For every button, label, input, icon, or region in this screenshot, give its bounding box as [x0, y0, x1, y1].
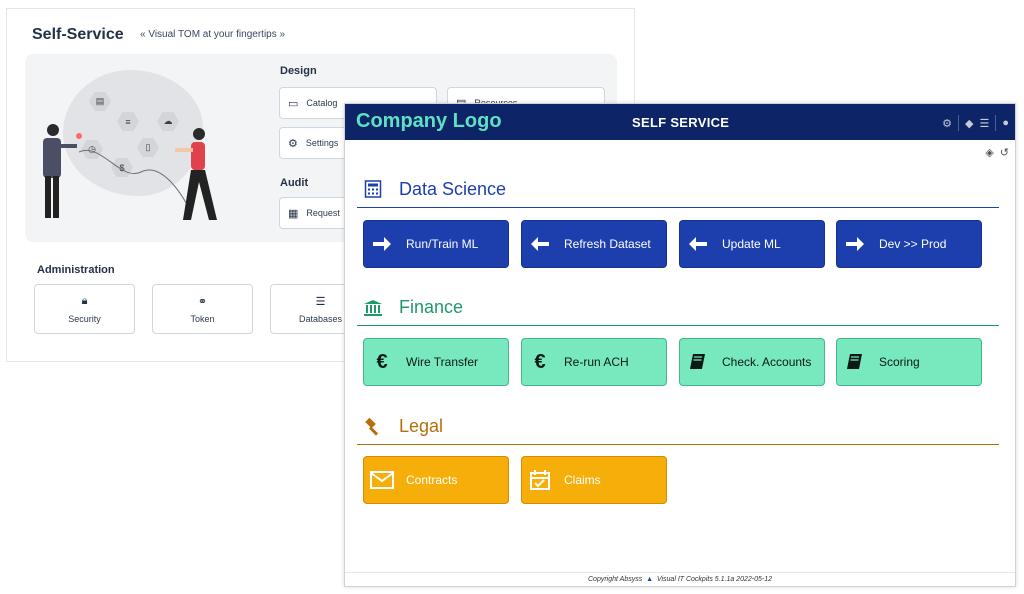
tile-label: Dev >> Prod: [879, 237, 947, 251]
category-title-legal: Legal: [399, 416, 444, 436]
divider: [995, 115, 997, 131]
tile-label: Wire Transfer: [406, 355, 479, 369]
security-card[interactable]: 🔒︎ Security: [34, 284, 135, 334]
footer-divider: [345, 572, 1015, 573]
token-card[interactable]: ⚭ Token: [152, 284, 253, 334]
cogs-icon: ⚙: [288, 137, 298, 150]
screenshot-canvas: Self-Service « Visual TOM at your finger…: [0, 0, 1024, 594]
link-icon: ⚭: [197, 295, 208, 308]
arrow-right-icon: [370, 232, 394, 256]
inbox-icon: ▭: [288, 97, 299, 110]
divider: [958, 115, 959, 131]
footer: Copyright Absyss ▲ Visual IT Cockpits 5.…: [345, 576, 1015, 583]
tags-icon[interactable]: ◆: [965, 117, 973, 130]
tile-wire-transfer[interactable]: € Wire Transfer: [363, 338, 509, 386]
tile-scoring[interactable]: Scoring: [836, 338, 982, 386]
people-illustration: [43, 124, 217, 220]
tile-label: Run/Train ML: [406, 237, 479, 251]
audit-heading: Audit: [280, 177, 309, 189]
page-title: Self-Service: [32, 26, 124, 43]
tile-claims[interactable]: Claims: [521, 456, 667, 504]
category-divider: [357, 207, 999, 208]
request-label: Request: [306, 208, 340, 218]
tile-check-accounts[interactable]: Check. Accounts: [679, 338, 825, 386]
tile-label: Scoring: [879, 355, 920, 369]
top-bar: Company Logo SELF SERVICE ⚙ ◆ ☰ ●: [345, 104, 1015, 140]
tag-icon[interactable]: ◈: [985, 146, 993, 159]
arrow-left-icon: [686, 232, 710, 256]
category-divider: [357, 444, 999, 445]
tile-contracts[interactable]: Contracts: [363, 456, 509, 504]
token-label: Token: [190, 313, 215, 324]
databases-label: Databases: [298, 313, 343, 324]
book-icon: [843, 350, 867, 374]
category-title-finance: Finance: [399, 297, 464, 317]
category-title-data-science: Data Science: [399, 179, 507, 199]
gear-icon[interactable]: ⚙: [942, 117, 952, 130]
history-icon[interactable]: ↺: [1000, 146, 1009, 159]
table-icon: ▦: [288, 207, 299, 220]
euro-icon: €: [376, 350, 388, 373]
list-view-icon[interactable]: ☰: [979, 117, 989, 130]
catalog-label: Catalog: [306, 98, 338, 108]
calculator-icon: [363, 179, 383, 199]
tile-label: Check. Accounts: [722, 355, 812, 369]
lock-icon: 🔒︎: [81, 294, 88, 307]
envelope-icon: [370, 468, 394, 492]
settings-label: Settings: [305, 138, 339, 148]
tile-dev-prod[interactable]: Dev >> Prod: [836, 220, 982, 268]
database-icon: ☰: [315, 295, 326, 308]
category-divider: [357, 325, 999, 326]
tile-re-run-ach[interactable]: € Re-run ACH: [521, 338, 667, 386]
tile-label: Update ML: [722, 237, 781, 251]
calendar-check-icon: [528, 468, 552, 492]
company-logo[interactable]: Company Logo: [356, 110, 502, 133]
tile-refresh-dataset[interactable]: Refresh Dataset: [521, 220, 667, 268]
absyss-logo-icon: ▲: [646, 576, 654, 583]
tile-update-ml[interactable]: Update ML: [679, 220, 825, 268]
tile-label: Refresh Dataset: [564, 237, 651, 251]
footer-version: Visual IT Cockpits 5.1.1a 2022-05-12: [656, 576, 772, 583]
tile-label: Contracts: [406, 473, 458, 487]
book-icon: [686, 350, 710, 374]
arrow-left-icon: [528, 232, 552, 256]
arrow-right-icon: [843, 232, 867, 256]
gavel-icon: [363, 417, 383, 437]
page-subtitle: « Visual TOM at your fingertips »: [140, 29, 286, 40]
administration-heading: Administration: [37, 264, 115, 276]
tile-label: Re-run ACH: [564, 355, 629, 369]
euro-icon: €: [534, 350, 546, 373]
tile-run-train-ml[interactable]: Run/Train ML: [363, 220, 509, 268]
security-label: Security: [68, 313, 101, 324]
user-icon[interactable]: ●: [1002, 117, 1009, 129]
top-bar-icons: ⚙ ◆ ☰ ●: [942, 115, 1009, 131]
design-heading: Design: [280, 65, 317, 77]
app-title: SELF SERVICE: [632, 115, 730, 130]
tile-label: Claims: [564, 473, 601, 487]
bank-icon: [363, 298, 383, 318]
toolbar-icons: ◈ ↺: [985, 146, 1009, 159]
front-window: Company Logo SELF SERVICE ⚙ ◆ ☰ ● ◈ ↺ Da…: [344, 103, 1016, 587]
footer-copyright: Copyright Absyss: [588, 576, 643, 583]
